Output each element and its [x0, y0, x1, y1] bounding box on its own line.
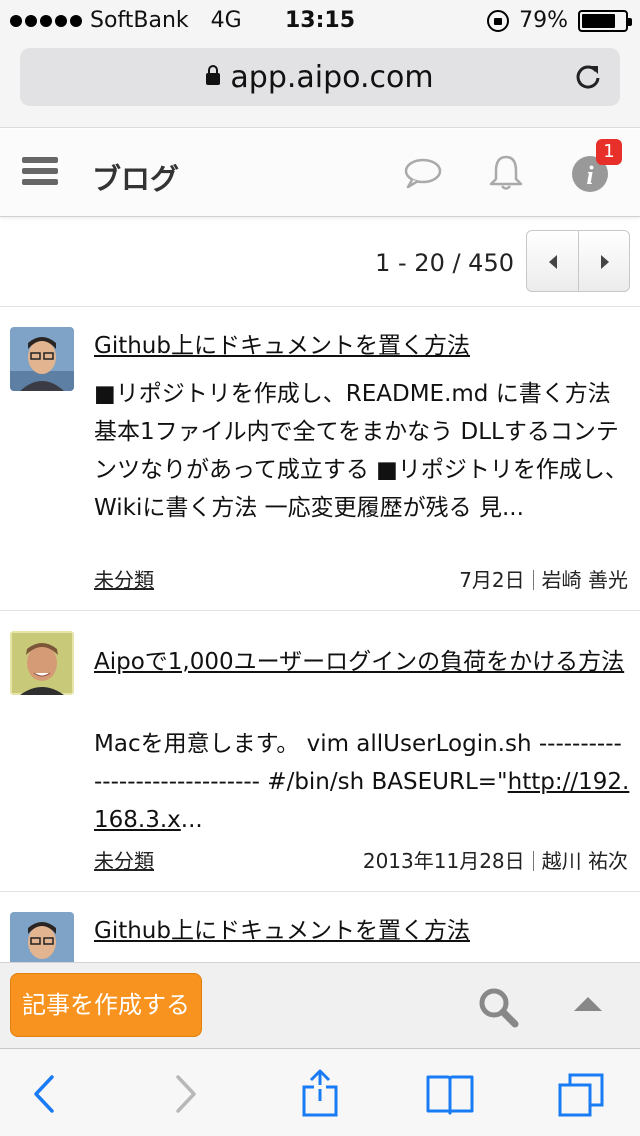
post-meta: 7月2日 岩崎 善光	[459, 564, 628, 593]
padlock-icon	[206, 65, 221, 85]
post-date: 2013年11月28日	[362, 849, 525, 873]
post-meta: 2013年11月28日 越川 祐次	[363, 845, 628, 874]
menu-icon[interactable]	[22, 157, 58, 187]
chevron-left-icon	[549, 255, 557, 269]
tabs-icon[interactable]	[556, 1069, 608, 1119]
post-excerpt-ellipsis: ...	[180, 807, 203, 833]
share-icon[interactable]	[294, 1069, 346, 1119]
post-title-link[interactable]: Github上にドキュメントを置く方法	[94, 914, 630, 948]
next-page-button[interactable]	[577, 231, 630, 291]
blog-post-item: Github上にドキュメントを置く方法 ■リポジトリを作成し、README.md…	[0, 307, 640, 611]
post-title-link[interactable]: Github上にドキュメントを置く方法	[94, 329, 630, 363]
post-category-link[interactable]: 未分類	[94, 564, 154, 593]
browser-address-area: app.aipo.com	[0, 40, 640, 128]
author-avatar[interactable]	[10, 912, 74, 962]
pagination-buttons	[526, 230, 630, 292]
notification-badge: 1	[596, 139, 622, 165]
back-icon[interactable]	[20, 1069, 72, 1119]
create-post-button[interactable]: 記事を作成する	[10, 973, 202, 1037]
previous-page-button[interactable]	[527, 231, 578, 291]
post-excerpt: Macを用意します。 vim allUserLogin.sh ---------…	[94, 725, 630, 839]
blog-post-item: Aipoで1,000ユーザーログインの負荷をかける方法 Macを用意します。 v…	[0, 611, 640, 892]
post-category-link[interactable]: 未分類	[94, 845, 154, 874]
battery-icon	[578, 9, 632, 32]
app-bottom-toolbar: 記事を作成する	[0, 962, 640, 1048]
post-title-link[interactable]: Aipoで1,000ユーザーログインの負荷をかける方法	[94, 645, 630, 679]
address-bar[interactable]: app.aipo.com	[20, 48, 620, 106]
forward-icon[interactable]	[158, 1069, 210, 1119]
search-icon[interactable]	[476, 985, 520, 1029]
reload-icon[interactable]	[574, 62, 602, 90]
scroll-to-top-icon[interactable]	[574, 997, 602, 1011]
post-author: 越川 祐次	[541, 849, 628, 873]
url-text: app.aipo.com	[230, 60, 434, 95]
page-title: ブログ	[92, 162, 180, 196]
post-author: 岩崎 善光	[541, 568, 628, 592]
bookmarks-icon[interactable]	[424, 1069, 476, 1119]
browser-toolbar	[0, 1048, 640, 1136]
bell-icon[interactable]	[486, 153, 526, 193]
app-header: ブログ i 1	[0, 129, 640, 217]
status-bar: SoftBank 4G 13:15 79%	[0, 0, 640, 40]
orientation-lock-icon	[487, 9, 510, 32]
blog-post-item: Github上にドキュメントを置く方法	[0, 892, 640, 962]
pagination-range: 1 - 20 / 450	[375, 249, 514, 277]
battery-percent: 79%	[519, 8, 568, 33]
post-excerpt: ■リポジトリを作成し、README.md に書く方法 基本1ファイル内で全てをま…	[94, 381, 628, 521]
post-date: 7月2日	[459, 568, 525, 592]
svg-text:i: i	[586, 161, 594, 190]
author-avatar[interactable]	[10, 631, 74, 695]
chat-icon[interactable]	[402, 153, 442, 193]
author-avatar[interactable]	[10, 327, 74, 391]
chevron-right-icon	[600, 255, 609, 269]
pagination-bar: 1 - 20 / 450	[0, 217, 640, 307]
